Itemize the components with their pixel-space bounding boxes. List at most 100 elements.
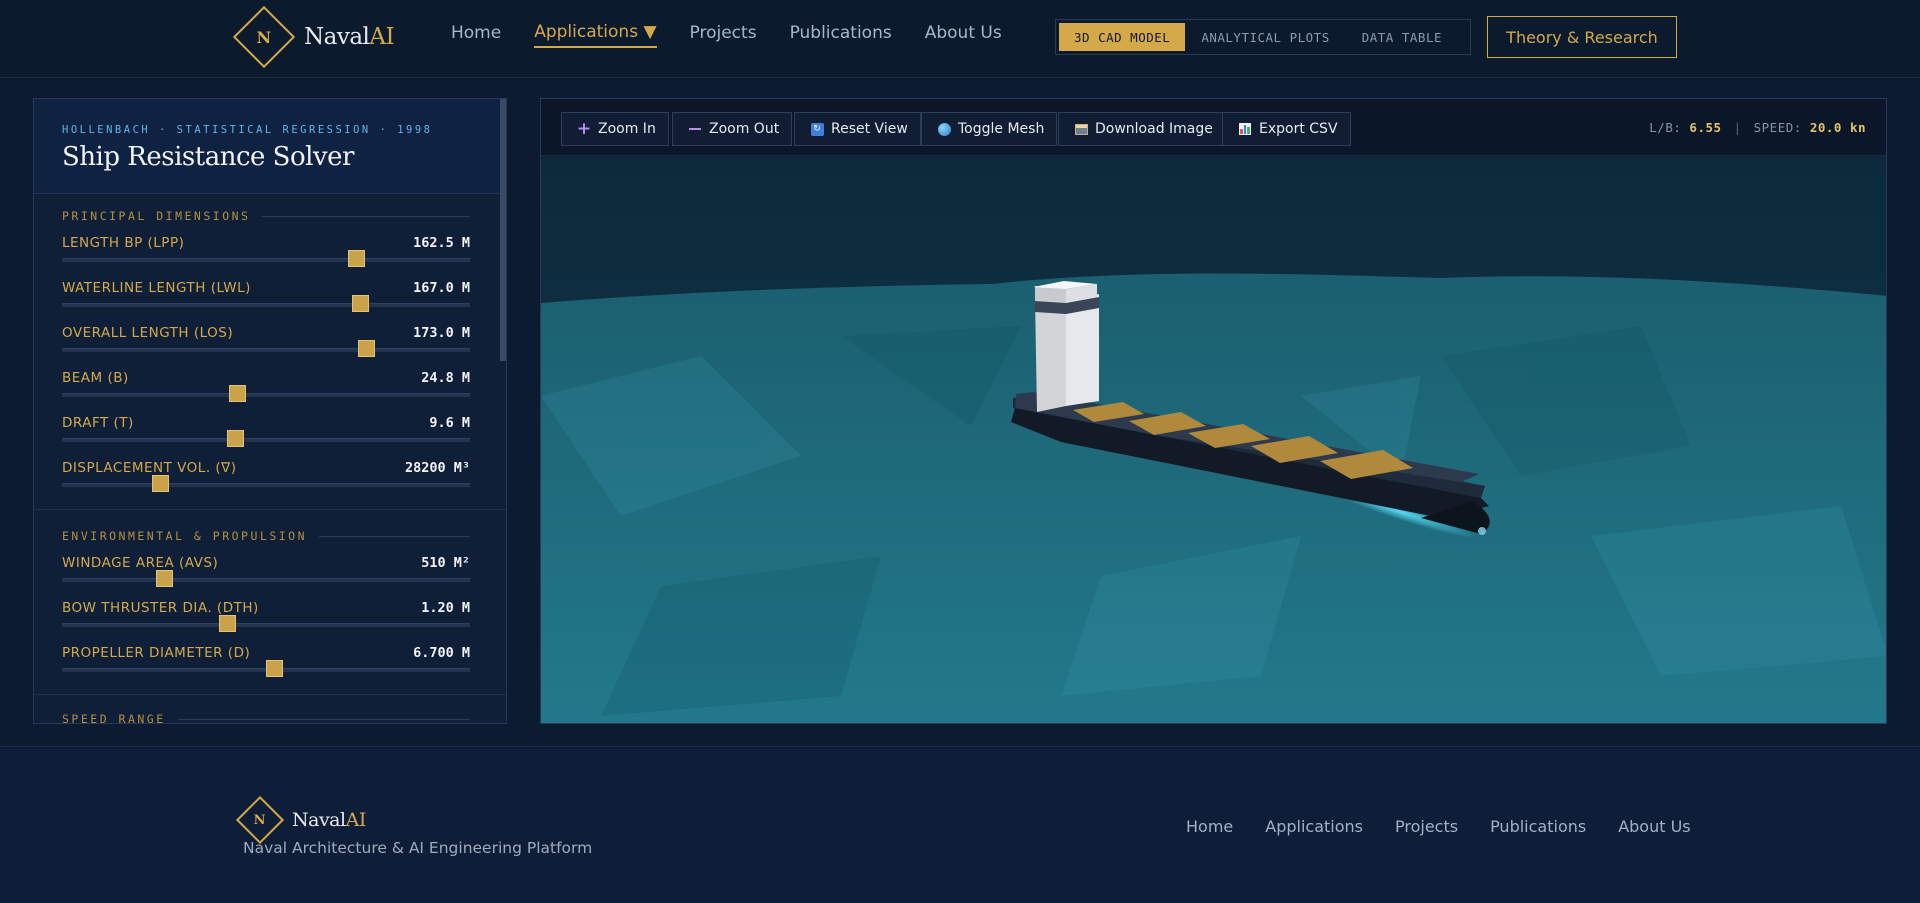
reset-icon: ↻ [809, 122, 825, 136]
param-label: WINDAGE AREA (AVS) [62, 555, 219, 571]
brand-name-main: Naval [304, 24, 370, 50]
param-label: WATERLINE LENGTH (LWL) [62, 280, 251, 296]
toggle-mesh-button[interactable]: Toggle Mesh [921, 112, 1058, 146]
method-tag: HOLLENBACH · STATISTICAL REGRESSION · 19… [62, 124, 433, 136]
param-slider-row: WATERLINE LENGTH (LWL) 167.0 M [62, 274, 470, 319]
site-footer: N NavalAI Naval Architecture & AI Engine… [0, 746, 1920, 903]
logo-letter: N [254, 812, 266, 828]
nav-publications[interactable]: Publications [790, 23, 892, 47]
minus-icon [687, 128, 703, 130]
section-speed-range: SPEED RANGE [34, 695, 506, 723]
slider-track[interactable] [62, 483, 470, 487]
param-label: OVERALL LENGTH (LOS) [62, 325, 234, 341]
param-value: 173.0 M [413, 325, 470, 341]
nav-about[interactable]: About Us [925, 23, 1002, 47]
toggle-mesh-label: Toggle Mesh [958, 121, 1045, 137]
view-analytical-plots-button[interactable]: ANALYTICAL PLOTS [1185, 23, 1345, 51]
panel-title: Ship Resistance Solver [62, 142, 354, 172]
param-slider-row: WINDAGE AREA (AVS) 510 M² [62, 549, 470, 594]
logo-diamond-icon: N [235, 795, 285, 845]
view-mode-toggle: 3D CAD MODEL ANALYTICAL PLOTS DATA TABLE [1055, 19, 1471, 55]
param-slider-row: LENGTH BP (LPP) 162.5 M [62, 229, 470, 274]
slider-thumb[interactable] [227, 430, 245, 447]
theory-research-button[interactable]: Theory & Research [1487, 16, 1677, 58]
readout-separator: | [1733, 120, 1742, 135]
view-3d-cad-button[interactable]: 3D CAD MODEL [1059, 23, 1186, 51]
lb-label: L/B: [1649, 120, 1682, 135]
zoom-out-button[interactable]: Zoom Out [672, 112, 793, 146]
slider-thumb[interactable] [357, 340, 375, 357]
site-header: N NavalAI Home Applications ▼ Projects P… [0, 0, 1920, 78]
footer-nav: Home Applications Projects Publications … [1186, 817, 1723, 836]
main-nav: Home Applications ▼ Projects Publication… [451, 22, 1035, 48]
section-label: ENVIRONMENTAL & PROPULSION [62, 526, 470, 546]
slider-track[interactable] [62, 438, 470, 442]
footer-nav-projects[interactable]: Projects [1395, 817, 1458, 836]
slider-thumb[interactable] [347, 250, 365, 267]
3d-ship-scene[interactable] [541, 156, 1887, 724]
globe-icon [936, 122, 952, 136]
param-slider-row: OVERALL LENGTH (LOS) 173.0 M [62, 319, 470, 364]
section-environmental-propulsion: ENVIRONMENTAL & PROPULSION WINDAGE AREA … [34, 510, 506, 695]
zoom-in-button[interactable]: + Zoom In [561, 112, 669, 146]
view-data-table-button[interactable]: DATA TABLE [1346, 23, 1458, 51]
param-value: 162.5 M [413, 235, 470, 251]
slider-track[interactable] [62, 258, 470, 262]
reset-view-label: Reset View [831, 121, 908, 137]
footer-tagline: Naval Architecture & AI Engineering Plat… [243, 839, 593, 857]
cad-viewer: + Zoom In Zoom Out ↻ Reset View Toggle M… [540, 98, 1887, 724]
nav-applications[interactable]: Applications ▼ [534, 22, 657, 48]
solver-panel: HOLLENBACH · STATISTICAL REGRESSION · 19… [33, 98, 507, 724]
param-label: DRAFT (T) [62, 415, 134, 431]
download-image-button[interactable]: Download Image [1058, 112, 1226, 146]
image-icon [1073, 123, 1089, 135]
status-readout: L/B: 6.55 | SPEED: 20.0 kn [1649, 120, 1866, 135]
propeller [1478, 527, 1486, 535]
slider-thumb[interactable] [156, 570, 173, 587]
speed-label: SPEED: [1753, 120, 1802, 135]
brand-name: NavalAI [304, 24, 395, 50]
export-csv-button[interactable]: Export CSV [1222, 112, 1351, 146]
slider-track[interactable] [62, 303, 470, 307]
section-label: SPEED RANGE [62, 709, 470, 723]
param-value: 24.8 M [421, 370, 470, 386]
param-value: 1.20 M [421, 600, 470, 616]
nav-projects[interactable]: Projects [690, 23, 757, 47]
param-value: 9.6 M [429, 415, 470, 431]
slider-track[interactable] [62, 348, 470, 352]
slider-track[interactable] [62, 578, 470, 582]
brand-logo[interactable]: N NavalAI [232, 5, 395, 69]
footer-nav-applications[interactable]: Applications [1265, 817, 1363, 836]
section-label: PRINCIPAL DIMENSIONS [62, 206, 470, 226]
slider-thumb[interactable] [266, 660, 284, 677]
param-label: BEAM (B) [62, 370, 129, 386]
chart-icon [1237, 123, 1253, 135]
slider-thumb[interactable] [229, 385, 247, 402]
footer-nav-publications[interactable]: Publications [1490, 817, 1586, 836]
param-value: 510 M² [421, 555, 470, 571]
zoom-in-label: Zoom In [598, 121, 656, 137]
param-slider-row: DISPLACEMENT VOL. (∇) 28200 M³ [62, 454, 470, 499]
slider-thumb[interactable] [219, 615, 237, 632]
speed-value: 20.0 kn [1809, 120, 1866, 135]
export-csv-label: Export CSV [1259, 121, 1338, 137]
slider-track[interactable] [62, 623, 470, 627]
nav-home[interactable]: Home [451, 23, 501, 47]
reset-view-button[interactable]: ↻ Reset View [794, 112, 921, 146]
param-label: DISPLACEMENT VOL. (∇) [62, 460, 237, 476]
param-slider-row: DRAFT (T) 9.6 M [62, 409, 470, 454]
logo-letter: N [256, 27, 272, 47]
footer-nav-about[interactable]: About Us [1618, 817, 1690, 836]
download-image-label: Download Image [1095, 121, 1213, 137]
slider-track[interactable] [62, 393, 470, 397]
footer-nav-home[interactable]: Home [1186, 817, 1233, 836]
param-value: 167.0 M [413, 280, 470, 296]
slider-thumb[interactable] [351, 295, 369, 312]
param-label: PROPELLER DIAMETER (D) [62, 645, 251, 661]
param-label: LENGTH BP (LPP) [62, 235, 185, 251]
param-slider-row: BOW THRUSTER DIA. (DTH) 1.20 M [62, 594, 470, 639]
plus-icon: + [576, 119, 592, 139]
brand-name: NavalAI [292, 809, 366, 831]
slider-thumb[interactable] [151, 475, 169, 492]
section-principal-dimensions: PRINCIPAL DIMENSIONS LENGTH BP (LPP) 162.… [34, 194, 506, 510]
